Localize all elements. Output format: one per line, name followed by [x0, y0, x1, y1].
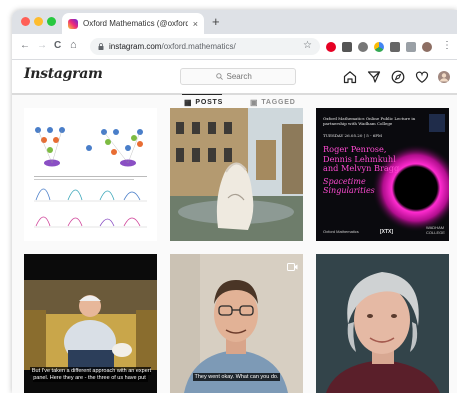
close-window-button[interactable] — [21, 17, 30, 26]
more-menu-icon[interactable]: ⋮ — [442, 40, 452, 52]
google-drive-extension-icon[interactable] — [374, 42, 384, 52]
url-host: instagram.com — [109, 42, 162, 51]
post-video-young-man[interactable]: They went okay. What can you do. — [170, 254, 303, 393]
profile-avatar-icon[interactable] — [422, 42, 432, 52]
camera-extension-icon[interactable] — [390, 42, 400, 52]
grid-icon: ▦ — [184, 98, 193, 107]
puzzle-extensions-icon[interactable] — [406, 42, 416, 52]
browser-toolbar: ← → C ⌂ instagram.com/oxford.mathematics… — [12, 34, 457, 60]
post-portrait-woman[interactable] — [316, 254, 449, 393]
wadham-logo: WADHAM COLLEGE — [426, 225, 445, 235]
video-camera-icon — [287, 258, 298, 276]
instagram-header: Instagram — [12, 60, 457, 94]
search-box[interactable] — [180, 68, 296, 85]
tab-bar: Oxford Mathematics (@oxford... × + — [12, 10, 457, 34]
instagram-favicon-icon — [68, 18, 78, 29]
fountain-photo — [170, 108, 303, 241]
post-lecture-poster[interactable]: Oxford Mathematics Online Public Lecture… — [316, 108, 449, 241]
home-icon[interactable] — [343, 70, 357, 84]
lock-icon — [98, 43, 104, 50]
tab-tagged-label: TAGGED — [261, 99, 296, 106]
post-fountain-statue[interactable] — [170, 108, 303, 241]
post-video-sofa[interactable]: But I've taken a different approach with… — [24, 254, 157, 393]
extension-icon[interactable] — [342, 42, 352, 52]
reload-icon[interactable]: C — [54, 40, 61, 52]
bookmark-star-icon[interactable]: ☆ — [303, 40, 312, 52]
profile-avatar[interactable] — [437, 70, 451, 84]
tab-title: Oxford Mathematics (@oxford... — [83, 19, 188, 28]
tab-close-icon[interactable]: × — [193, 19, 198, 29]
pinterest-extension-icon[interactable] — [326, 42, 336, 52]
search-input[interactable] — [226, 72, 261, 81]
zoom-window-button[interactable] — [47, 17, 56, 26]
post-model-diagram[interactable] — [24, 108, 157, 241]
explore-compass-icon[interactable] — [391, 70, 405, 84]
video-subtitle: They went okay. What can you do. — [170, 373, 303, 381]
forward-arrow-icon[interactable]: → — [37, 40, 47, 52]
active-tab-indicator — [182, 94, 222, 95]
minimize-window-button[interactable] — [34, 17, 43, 26]
instagram-logo[interactable]: Instagram — [24, 66, 103, 82]
video-subtitle-text: But I've taken a different approach with… — [29, 367, 152, 382]
activity-heart-icon[interactable] — [415, 70, 429, 84]
tab-posts[interactable]: ▦ POSTS — [184, 98, 223, 107]
poster-date: TUESDAY 26.05.20 | 5 - 6PM — [323, 133, 383, 138]
tab-tagged[interactable]: ▣ TAGGED — [250, 98, 296, 107]
tagged-icon: ▣ — [250, 98, 259, 107]
xtx-sponsor-logo: [XTX] — [380, 229, 394, 235]
back-arrow-icon[interactable]: ← — [20, 40, 30, 52]
woman-portrait-photo — [316, 254, 449, 393]
direct-message-icon[interactable] — [367, 70, 381, 84]
search-icon — [215, 73, 223, 80]
video-subtitle-text: They went okay. What can you do. — [192, 373, 281, 381]
model-diagram-image — [34, 127, 147, 228]
home-icon[interactable]: ⌂ — [70, 39, 77, 51]
url-text: instagram.com/oxford.mathematics/ — [109, 42, 236, 51]
tab-posts-label: POSTS — [195, 99, 224, 106]
poster-footer-left: Oxford Mathematics — [323, 229, 359, 234]
new-tab-button[interactable]: + — [212, 14, 220, 30]
poster-talk-title: Spacetime Singularities — [323, 177, 375, 195]
video-subtitle: But I've taken a different approach with… — [24, 367, 157, 382]
browser-window: Oxford Mathematics (@oxford... × + ← → C… — [12, 10, 457, 393]
address-bar[interactable]: instagram.com/oxford.mathematics/ ☆ — [90, 38, 320, 55]
browser-tab-instagram[interactable]: Oxford Mathematics (@oxford... × — [62, 13, 204, 34]
poster-speakers: Roger Penrose, Dennis Lehmkuhl and Melvy… — [323, 144, 400, 173]
url-path: /oxford.mathematics/ — [161, 42, 236, 51]
poster-header: Oxford Mathematics Online Public Lecture… — [323, 116, 416, 126]
extension-icon[interactable] — [358, 42, 368, 52]
oxford-crest-logo — [429, 114, 445, 132]
